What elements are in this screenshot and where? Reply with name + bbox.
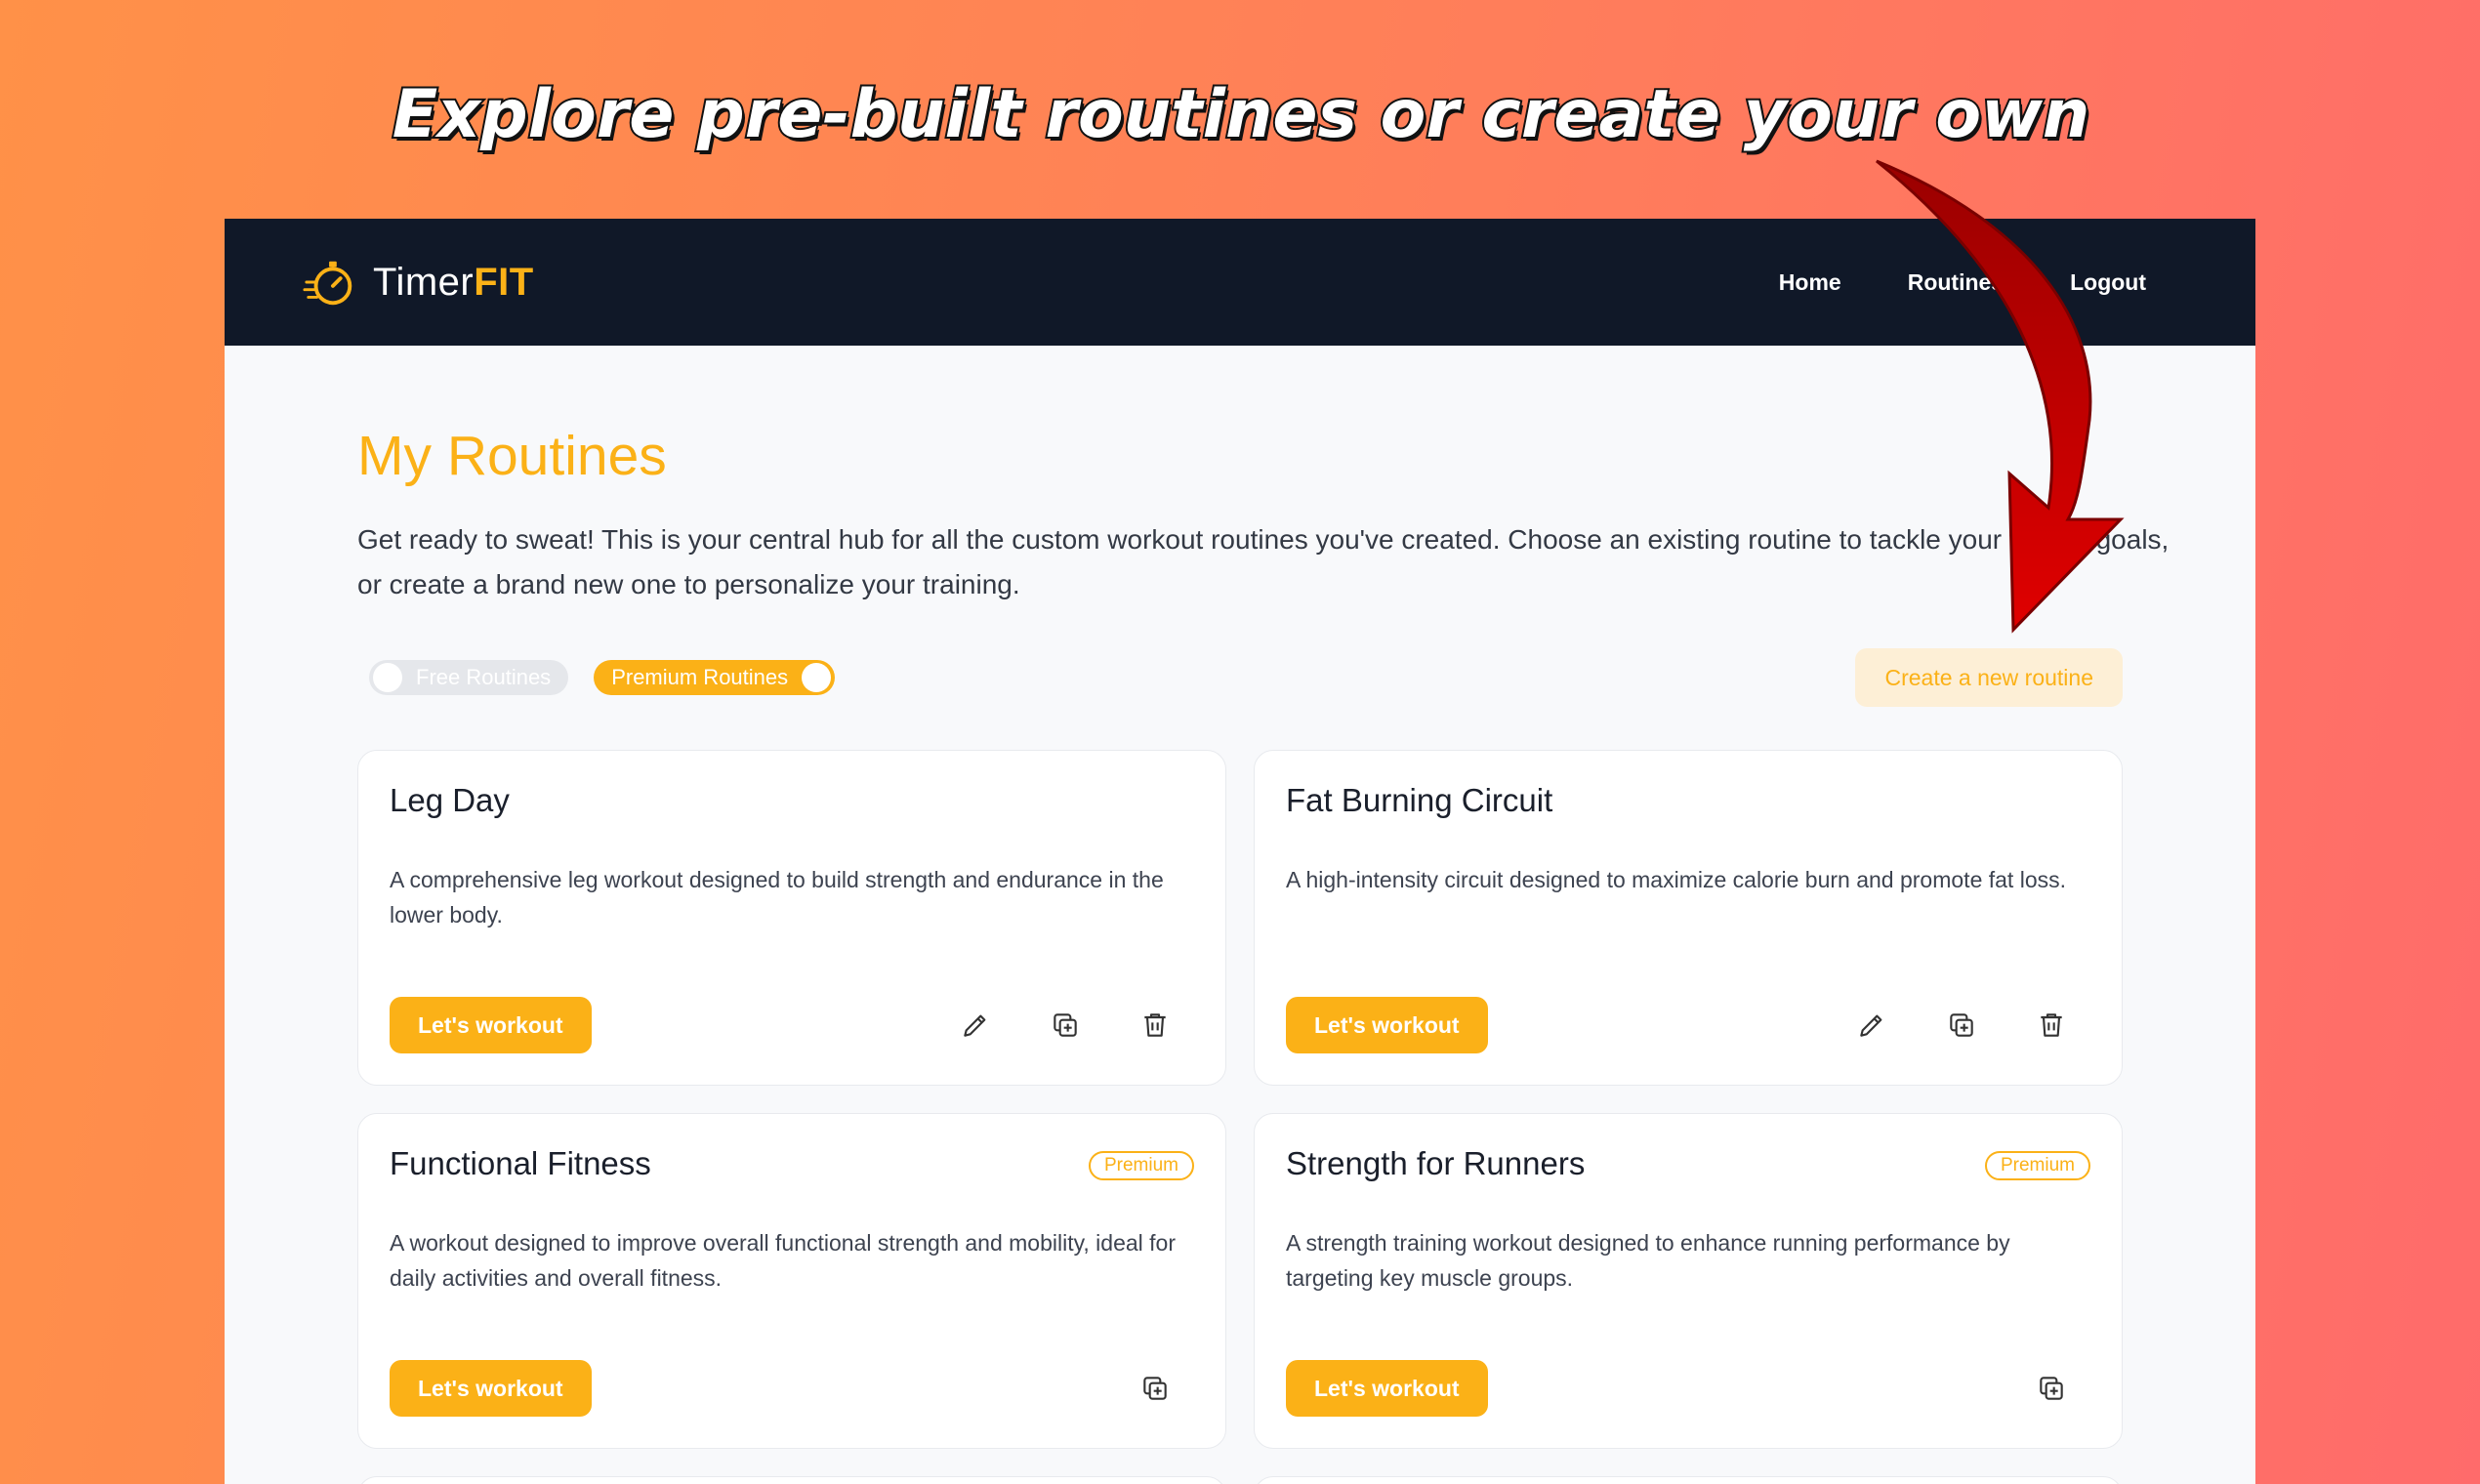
lets-workout-button[interactable]: Let's workout (1286, 1360, 1488, 1417)
edit-icon[interactable] (960, 1010, 991, 1041)
free-routines-toggle[interactable]: Free Routines (369, 660, 569, 695)
page-title: My Routines (357, 425, 667, 487)
premium-routines-toggle[interactable]: Premium Routines (594, 660, 836, 695)
routine-card: Leg Day A comprehensive leg workout desi… (357, 750, 1226, 1086)
routine-card-partial (1254, 1476, 2123, 1484)
premium-badge: Premium (1984, 1151, 2090, 1180)
main-content: My Routines Get ready to sweat! This is … (225, 424, 2255, 1484)
brand-accent: FIT (474, 260, 534, 304)
routine-title: Strength for Runners (1286, 1145, 1586, 1181)
app-window: TimerFIT Home Routines Logout My Routine… (225, 219, 2255, 1484)
delete-icon[interactable] (1139, 1010, 1171, 1041)
duplicate-icon[interactable] (1946, 1010, 1977, 1041)
routine-grid: Leg Day A comprehensive leg workout desi… (357, 750, 2123, 1484)
card-actions (1139, 1373, 1194, 1404)
brand-name: TimerFIT (373, 260, 534, 304)
card-actions (2036, 1373, 2090, 1404)
routine-card: Strength for Runners Premium A strength … (1254, 1113, 2123, 1449)
lets-workout-button[interactable]: Let's workout (390, 997, 592, 1053)
lets-workout-button[interactable]: Let's workout (1286, 997, 1488, 1053)
routine-card: Functional Fitness Premium A workout des… (357, 1113, 1226, 1449)
free-routines-label: Free Routines (416, 665, 552, 689)
duplicate-icon[interactable] (1050, 1010, 1081, 1041)
routine-filters: Free Routines Premium Routines (357, 660, 836, 695)
premium-routines-label: Premium Routines (611, 665, 789, 689)
nav-links: Home Routines Logout (1779, 269, 2146, 296)
delete-icon[interactable] (2036, 1010, 2067, 1041)
nav-routines[interactable]: Routines (1908, 269, 2004, 296)
duplicate-icon[interactable] (2036, 1373, 2067, 1404)
toggle-knob (373, 663, 402, 692)
routine-title: Leg Day (390, 782, 510, 818)
routine-card-partial (357, 1476, 1226, 1484)
routine-description: A comprehensive leg workout designed to … (390, 867, 1164, 928)
promo-headline: Explore pre-built routines or create you… (391, 74, 2092, 155)
routine-description: A high-intensity circuit designed to max… (1286, 867, 2067, 892)
page-intro: Get ready to sweat! This is your central… (357, 524, 2170, 599)
toggle-knob (802, 663, 832, 692)
routine-card: Fat Burning Circuit A high-intensity cir… (1254, 750, 2123, 1086)
navbar: TimerFIT Home Routines Logout (225, 219, 2255, 346)
create-routine-button[interactable]: Create a new routine (1855, 648, 2123, 707)
nav-home[interactable]: Home (1779, 269, 1841, 296)
routine-description: A strength training workout designed to … (1286, 1230, 2010, 1291)
card-actions (1856, 1010, 2090, 1041)
card-actions (960, 1010, 1194, 1041)
lets-workout-button[interactable]: Let's workout (390, 1360, 592, 1417)
controls-row: Free Routines Premium Routines Create a … (357, 648, 2123, 707)
routine-title: Functional Fitness (390, 1145, 651, 1181)
premium-badge: Premium (1088, 1151, 1194, 1180)
duplicate-icon[interactable] (1139, 1373, 1171, 1404)
brand[interactable]: TimerFIT (303, 254, 534, 310)
stopwatch-runner-icon (303, 261, 352, 306)
routine-description: A workout designed to improve overall fu… (390, 1230, 1177, 1291)
edit-icon[interactable] (1856, 1010, 1887, 1041)
nav-logout[interactable]: Logout (2070, 269, 2146, 296)
routine-title: Fat Burning Circuit (1286, 782, 1553, 818)
